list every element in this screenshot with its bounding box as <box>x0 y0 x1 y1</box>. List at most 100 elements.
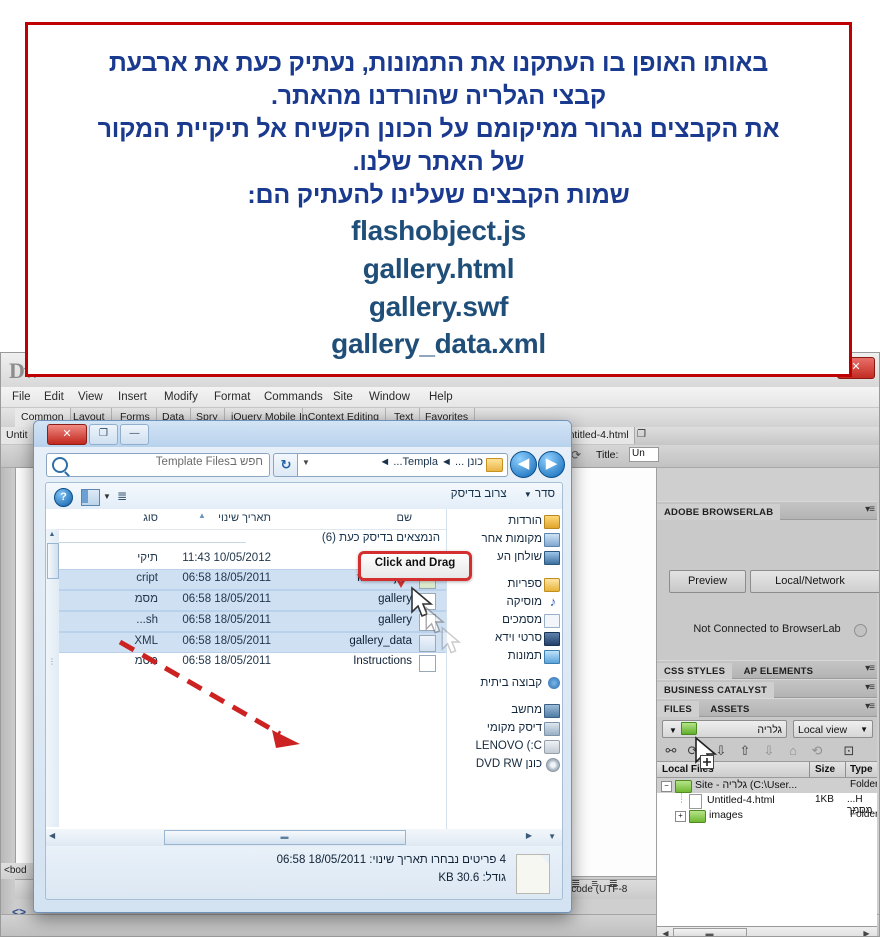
files-tree-row-untitled4[interactable]: ┊ Untitled-4.html 1KB ...H מסמך <box>657 793 877 816</box>
scrollbar-thumb[interactable]: ▬ <box>164 830 406 845</box>
panel-menu-icon-bc[interactable]: ▾≡ <box>865 682 875 693</box>
preview-pane-icon[interactable] <box>81 489 100 506</box>
menu-modify[interactable]: Modify <box>159 390 203 404</box>
check-out-icon[interactable]: ⇩ <box>761 743 777 759</box>
scroll-right-icon[interactable]: ▶ <box>526 831 532 840</box>
search-input[interactable]: חפש בTemplate Files <box>46 453 270 477</box>
panel-tab-css-styles[interactable]: CSS STYLES <box>657 663 733 680</box>
nav-item-videos[interactable]: סרטי וידא <box>447 629 562 647</box>
column-name[interactable]: שם <box>397 512 413 524</box>
files-tree[interactable]: − Site - גלריה (C:\User... Folder ┊ Unti… <box>657 778 877 927</box>
menu-insert[interactable]: Insert <box>113 390 152 404</box>
connect-icon[interactable]: ⚯ <box>663 743 679 759</box>
panel-menu-icon-css[interactable]: ▾≡ <box>865 663 875 674</box>
nav-item-recent-places[interactable]: מקומות אחר <box>447 530 562 548</box>
file-name-flashobject-js: flashobject.js <box>351 215 526 246</box>
nav-item-lenovo-drive[interactable]: LENOVO (:C <box>447 737 562 755</box>
scroll-left-icon[interactable]: ◀ <box>659 927 672 936</box>
chevron-down-icon-address[interactable]: ▼ <box>302 458 310 467</box>
refresh-button[interactable]: ↻ <box>273 453 299 477</box>
panel-tab-files[interactable]: FILES <box>657 701 699 718</box>
column-date[interactable]: תאריך שינוי <box>218 512 271 524</box>
panel-tab-assets[interactable]: ASSETS <box>703 701 756 718</box>
nav-item-local-disk[interactable]: דיסק מקומי <box>447 719 562 737</box>
site-select[interactable]: גלריה ▼ <box>662 720 787 738</box>
browserlab-preview-button[interactable]: Preview <box>669 570 746 593</box>
column-type[interactable]: Type <box>850 762 873 777</box>
nav-label-local-disk: דיסק מקומי <box>486 722 542 734</box>
scrollbar-thumb[interactable]: ▬ <box>673 928 747 936</box>
table-row[interactable]: Instructions 18/05/2011 06:58 מסמ <box>46 653 446 672</box>
title-input[interactable]: Un <box>629 447 659 462</box>
table-row[interactable]: gallery 18/05/2011 06:58 sh... <box>46 611 446 632</box>
panel-menu-icon[interactable]: ▾≡ <box>865 504 875 515</box>
files-horizontal-scrollbar[interactable]: ◀ ▶ ▬ <box>657 927 877 936</box>
nav-item-downloads[interactable]: הורדות <box>447 512 562 530</box>
scroll-up-icon[interactable]: ▲ <box>46 529 58 541</box>
refresh-icon[interactable]: ⟳ <box>571 448 581 462</box>
table-row[interactable]: gallery_data 18/05/2011 06:58 XML <box>46 632 446 653</box>
help-icon[interactable]: ? <box>54 488 73 507</box>
browserlab-status-led <box>854 624 867 637</box>
explorer-horizontal-scrollbar[interactable]: ◀ ▬ ▶ ▼ <box>45 829 563 847</box>
nav-item-documents[interactable]: מסמכים <box>447 611 562 629</box>
column-type[interactable]: סוג <box>143 512 158 524</box>
status-selection-info: 4 פריטים נבחרו תאריך שינוי: 18/05/2011 0… <box>276 854 506 866</box>
view-select[interactable]: Local view ▼ <box>793 720 873 738</box>
explorer-maximize-button[interactable]: ❐ <box>89 424 118 445</box>
menu-view[interactable]: View <box>73 390 108 404</box>
scroll-left-icon[interactable]: ◀ <box>49 831 55 840</box>
menu-file[interactable]: File <box>7 390 36 404</box>
table-row[interactable]: gallery 18/05/2011 06:58 מסמ <box>46 590 446 611</box>
explorer-minimize-button[interactable]: — <box>120 424 149 445</box>
scroll-right-icon[interactable]: ▶ <box>860 927 873 936</box>
panel-menu-icon-files[interactable]: ▾≡ <box>865 701 875 712</box>
nav-item-homegroup[interactable]: קבוצה ביתית <box>447 674 562 692</box>
files-tree-row-images[interactable]: + images Folder <box>657 808 877 823</box>
menu-window[interactable]: Window <box>364 390 415 404</box>
chevron-down-icon-pane[interactable]: ▼ <box>103 492 111 501</box>
expander-icon-site[interactable]: − <box>661 781 672 792</box>
check-in-icon[interactable]: ⌂ <box>785 743 801 759</box>
pictures-icon <box>544 650 560 664</box>
put-files-icon[interactable]: ⇧ <box>737 743 753 759</box>
chevron-down-icon-scroll[interactable]: ▼ <box>548 832 556 841</box>
panel-tab-business-catalyst[interactable]: BUSINESS CATALYST <box>657 682 774 699</box>
menu-site[interactable]: Site <box>328 390 358 404</box>
menu-commands[interactable]: Commands <box>259 390 328 404</box>
change-view-icon[interactable]: ≣ <box>117 489 127 503</box>
expander-icon-images[interactable]: + <box>675 811 686 822</box>
browserlab-panel-header: ADOBE BROWSERLAB ▾≡ <box>657 501 877 521</box>
splitter-grip[interactable]: ⋮ <box>47 657 57 667</box>
document-tab-float-icon[interactable]: ❐ <box>637 429 646 440</box>
nav-item-dvd-drive[interactable]: כונן DVD RW <box>447 755 562 773</box>
menu-help[interactable]: Help <box>424 390 458 404</box>
breadcrumb[interactable]: כונן ... ◄ Templa... ◄ <box>379 456 483 468</box>
browserlab-target-select[interactable]: Local/Network ▼ <box>750 570 879 593</box>
nav-item-computer[interactable]: מחשב <box>447 701 562 719</box>
explorer-close-button[interactable]: ✕ <box>47 424 87 445</box>
column-size[interactable]: Size <box>815 762 835 777</box>
sync-icon[interactable]: ⟲ <box>809 743 825 759</box>
organize-button[interactable]: סדר ▼ <box>524 488 555 500</box>
files-tree-row-site[interactable]: − Site - גלריה (C:\User... Folder <box>657 778 877 793</box>
align-right-icon[interactable]: ≣ <box>605 877 621 890</box>
align-center-icon[interactable]: ≡ <box>587 878 603 890</box>
back-button[interactable]: ◀ <box>510 451 537 478</box>
scrollbar-thumb[interactable] <box>47 543 59 579</box>
nav-label-lenovo-drive: LENOVO (:C <box>475 740 542 752</box>
address-bar[interactable]: ▼ כונן ... ◄ Templa... ◄ <box>297 453 508 477</box>
menu-format[interactable]: Format <box>209 390 255 404</box>
forward-button[interactable]: ▶ <box>538 451 565 478</box>
file-type: sh... <box>136 614 158 626</box>
menu-edit[interactable]: Edit <box>39 390 69 404</box>
panel-tab-ap-elements[interactable]: AP ELEMENTS <box>737 663 821 680</box>
expand-icon[interactable]: ⊡ <box>841 743 857 759</box>
panel-tab-browserlab[interactable]: ADOBE BROWSERLAB <box>657 504 781 521</box>
burn-button[interactable]: צרוב בדיסק <box>451 488 507 500</box>
instruction-line-3: את הקבצים נגרור ממיקומם על הכונן הקשיח א… <box>97 115 780 143</box>
file-list-vertical-scrollbar[interactable]: ▲ ⋮ <box>46 529 59 827</box>
nav-item-music[interactable]: ♪ מוסיקה <box>447 593 562 611</box>
browserlab-panel-body: Preview Local/Network ▼ Not Connected to… <box>657 520 879 660</box>
nav-item-pictures[interactable]: תמונות <box>447 647 562 665</box>
